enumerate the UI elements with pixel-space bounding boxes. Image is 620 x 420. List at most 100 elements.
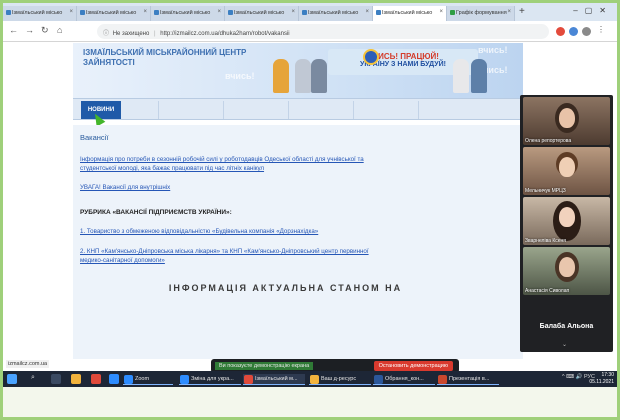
taskbar-item[interactable]: Презентація в...: [437, 374, 499, 385]
info-heading: ІНФОРМАЦІЯ АКТУАЛЬНА СТАНОМ НА: [168, 283, 403, 293]
globe-icon: [302, 10, 307, 15]
outer-background: [3, 387, 617, 417]
browser-tab[interactable]: Ізмаїльський місько ×: [299, 6, 373, 21]
browser-tab-active[interactable]: Ізмаїльський місько ×: [373, 6, 447, 21]
taskbar-item[interactable]: Zoom: [123, 374, 173, 385]
tab-label: Графік формування: [456, 10, 507, 16]
browser-toolbar: ← → ↻ ⌂ ⓘ Не захищено | http://izmailcz.…: [3, 21, 617, 42]
worker-image: [311, 59, 327, 93]
tab-label: Ізмаїльський місько: [308, 10, 359, 16]
close-icon[interactable]: ×: [291, 9, 295, 15]
chevron-down-icon[interactable]: ⌄: [562, 341, 567, 348]
clock[interactable]: 17:30 05.11.2021: [589, 372, 614, 385]
active-speaker-name: Балаба Альона: [539, 323, 594, 330]
clock-date: 05.11.2021: [589, 378, 614, 385]
participant-face: [559, 257, 575, 277]
browser-tab[interactable]: Ізмаїльський місько ×: [3, 6, 77, 21]
participant-video[interactable]: Анастасія Сиволап: [523, 247, 610, 295]
url-text: http://izmailcz.com.ua/dhuka2ham/robot/v…: [160, 31, 290, 37]
zoom-icon: [124, 375, 133, 384]
participant-video[interactable]: Олена репортерова: [523, 97, 610, 145]
browser-tab[interactable]: Ізмаїльський місько ×: [225, 6, 299, 21]
nav-item[interactable]: [223, 101, 283, 119]
windows-start-icon[interactable]: [7, 374, 17, 384]
stop-share-button[interactable]: Остановить демонстрацию: [373, 361, 453, 371]
search-icon[interactable]: ⌕: [31, 374, 41, 384]
vacancy-link-1[interactable]: 1. Товариство з обмеженою відповідальніс…: [80, 227, 516, 236]
browser-tab-bar: Ізмаїльський місько × Ізмаїльський місько…: [3, 3, 617, 21]
taskbar-item-label: Зміна для укра...: [191, 376, 234, 382]
zoom-icon: [180, 375, 189, 384]
nav-item[interactable]: [353, 101, 413, 119]
worker-image: [273, 59, 289, 93]
globe-icon: [6, 10, 11, 15]
participant-video[interactable]: Мельничук МРЦЗ: [523, 147, 610, 195]
close-icon[interactable]: ×: [69, 9, 73, 15]
close-icon[interactable]: ×: [507, 9, 511, 15]
nav-item[interactable]: [158, 101, 218, 119]
tab-label: Ізмаїльський місько: [382, 10, 433, 16]
home-icon[interactable]: ⌂: [57, 25, 62, 35]
banner-ghost-text: вчись!: [225, 71, 255, 81]
site-banner: ІЗМАЇЛЬСЬКИЙ МІСЬКРАЙОННИЙ ЦЕНТР ЗАЙНЯТО…: [73, 43, 523, 98]
zoom-app-icon[interactable]: [109, 374, 119, 384]
powerpoint-icon: [438, 375, 447, 384]
participant-name: Анастасія Сиволап: [525, 288, 570, 294]
tab-label: Ізмаїльський місько: [12, 10, 63, 16]
taskbar-item-label: Zoom: [135, 376, 150, 382]
share-message: Ви показуєте демонстрацію екрана: [215, 362, 314, 370]
participant-face: [559, 108, 575, 128]
new-tab-button[interactable]: +: [519, 6, 525, 18]
content-heading: Вакансії: [80, 133, 109, 142]
screen-frame: Ізмаїльський місько × Ізмаїльський місько…: [0, 0, 620, 420]
word-icon: [374, 375, 383, 384]
globe-icon: [228, 10, 233, 15]
nav-item[interactable]: [288, 101, 348, 119]
reload-icon[interactable]: ↻: [41, 25, 49, 36]
globe-icon: [80, 10, 85, 15]
worker-image: [471, 59, 487, 93]
info-icon: ⓘ: [103, 31, 110, 37]
extension-icon[interactable]: [556, 27, 565, 36]
taskbar-item[interactable]: Обрання_кон...: [373, 374, 435, 385]
taskbar-item-label: Презентація в...: [449, 376, 490, 382]
participant-name: Зварнеліва Ксеня: [525, 238, 567, 244]
tab-label: Ізмаїльський місько: [86, 10, 137, 16]
browser-tab[interactable]: Ізмаїльський місько ×: [77, 6, 151, 21]
attention-link[interactable]: УВАГА! Вакансії для внутрішніх: [80, 183, 516, 192]
close-icon[interactable]: ×: [143, 9, 147, 15]
nav-item[interactable]: [418, 101, 478, 119]
site-nav: НОВИНИ: [73, 98, 523, 120]
folder-icon[interactable]: [71, 374, 81, 384]
worker-image: [453, 59, 469, 93]
address-bar[interactable]: ⓘ Не захищено | http://izmailcz.com.ua/d…: [97, 24, 549, 39]
globe-icon: [376, 10, 381, 15]
worker-image: [295, 59, 311, 93]
browser-tab[interactable]: Ізмаїльський місько ×: [151, 6, 225, 21]
close-icon[interactable]: ×: [365, 9, 369, 15]
taskbar-item-label: Ізмаїльський м...: [255, 376, 298, 382]
close-icon[interactable]: ×: [439, 9, 443, 15]
window-controls[interactable]: –▢✕: [573, 6, 613, 15]
logo-icon: [363, 49, 379, 65]
taskbar-item-active[interactable]: Ізмаїльський м...: [243, 374, 305, 385]
close-icon[interactable]: ×: [217, 9, 221, 15]
globe-icon: [450, 10, 455, 15]
task-view-icon[interactable]: [51, 374, 61, 384]
tab-label: Ізмаїльський місько: [234, 10, 285, 16]
content-area: Вакансії Інформація про потреби в сезонн…: [73, 125, 523, 359]
taskbar-item[interactable]: Зміна для укра...: [179, 374, 241, 385]
extension-icon[interactable]: [569, 27, 578, 36]
taskbar-item[interactable]: Ваш д-ресурс: [309, 374, 371, 385]
arrow-right-icon[interactable]: →: [25, 25, 34, 35]
arrow-left-icon[interactable]: ←: [9, 25, 18, 35]
menu-icon[interactable]: ⋮: [597, 25, 605, 34]
browser-tab[interactable]: Графік формування ×: [447, 6, 515, 21]
chrome-icon: [244, 375, 253, 384]
vacancy-link-2[interactable]: 2. КНП «Кам'янсько-Дніпровська міська лі…: [80, 247, 370, 265]
windows-taskbar: ⌕ Zoom Зміна для укра... Ізмаїльський м.…: [3, 371, 617, 387]
profile-icon[interactable]: [582, 27, 591, 36]
chrome-icon[interactable]: [91, 374, 101, 384]
participant-video[interactable]: Зварнеліва Ксеня: [523, 197, 610, 245]
seasonal-work-link[interactable]: Інформація про потреби в сезонній робочі…: [80, 155, 370, 173]
